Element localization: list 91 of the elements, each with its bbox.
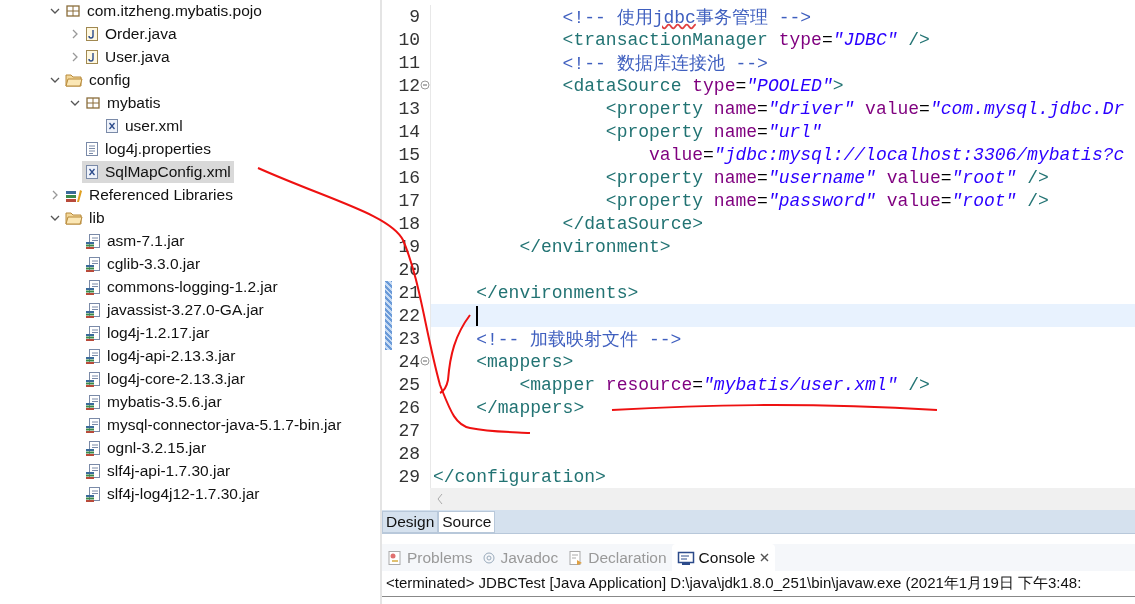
problems-icon [387, 549, 403, 566]
editor-tab[interactable]: Source [438, 511, 496, 533]
line-number: 11 [397, 52, 420, 73]
code-line: <mapper resource="mybatis/user.xml" /> [518, 374, 930, 395]
code-line: <property name="password" value="root" /> [604, 190, 1049, 211]
text-file-icon [85, 140, 99, 157]
code-line: </mappers> [475, 397, 585, 418]
line-number: 25 [397, 374, 420, 395]
tree-item[interactable]: config [62, 68, 134, 91]
folder-icon [65, 209, 83, 226]
console-output: <terminated> JDBCTest [Java Application] D:\java\jdk1.8.0_251\bin\javaw.exe (2021年1月19日 下午3:48: [382, 571, 1135, 597]
jar-icon [85, 232, 101, 249]
jar-icon [85, 462, 101, 479]
code-line: value="jdbc:mysql://localhost:3306/mybatis?c [648, 144, 1125, 165]
code-line: </environment> [518, 236, 671, 257]
package-icon [85, 94, 101, 111]
line-number: 9 [408, 6, 420, 27]
line-number: 29 [397, 466, 420, 487]
code-line: <transactionManager type="JDBC" /> [561, 29, 930, 50]
jar-icon [85, 416, 101, 433]
code-line: <!-- 使用jdbc事务管理 --> [561, 6, 812, 29]
code-line: <mappers> [475, 351, 574, 372]
tree-item[interactable]: Order.java [82, 22, 180, 45]
tree-item[interactable]: slf4j-api-1.7.30.jar [82, 459, 234, 482]
code-line: </environments> [475, 282, 639, 303]
tree-item[interactable]: lib [62, 206, 108, 229]
editor-tab[interactable]: Design [382, 511, 439, 533]
tree-item[interactable]: User.java [82, 45, 173, 68]
tree-item[interactable]: com.itzheng.mybatis.pojo [62, 0, 265, 22]
tree-item[interactable]: user.xml [102, 114, 186, 137]
jar-icon [85, 324, 101, 341]
scroll-left-icon[interactable] [436, 493, 444, 505]
jar-icon [85, 485, 101, 502]
line-number: 12 [397, 75, 420, 96]
view-tab[interactable]: Console [671, 544, 776, 571]
tree-item[interactable]: log4j-1.2.17.jar [82, 321, 213, 344]
folder-icon [65, 71, 83, 88]
code-line: <property name="url" [604, 121, 822, 142]
java-file-icon [85, 25, 99, 42]
tree-item[interactable]: mysql-connector-java-5.1.7-bin.jar [82, 413, 345, 436]
jar-icon [85, 278, 101, 295]
at-sign-icon [482, 549, 497, 566]
line-number: 17 [397, 190, 420, 211]
jar-icon [85, 301, 101, 318]
line-number: 18 [397, 213, 420, 234]
tree-item[interactable]: Referenced Libraries [62, 183, 236, 206]
xml-file-icon [85, 163, 99, 180]
code-line: </dataSource> [561, 213, 704, 234]
line-number: 16 [397, 167, 420, 188]
package-icon [65, 2, 81, 19]
tree-item[interactable]: log4j.properties [82, 137, 214, 160]
jar-icon [85, 347, 101, 364]
java-file-icon [85, 48, 99, 65]
jar-icon [85, 255, 101, 272]
line-number: 15 [397, 144, 420, 165]
tree-item[interactable]: mybatis [82, 91, 164, 114]
line-number: 10 [397, 29, 420, 50]
tree-item[interactable]: ognl-3.2.15.jar [82, 436, 210, 459]
code-line: <property name="username" value="root" /> [604, 167, 1049, 188]
tree-item[interactable]: SqlMapConfig.xml [82, 160, 234, 183]
tree-item[interactable]: asm-7.1.jar [82, 229, 188, 252]
line-number: 14 [397, 121, 420, 142]
code-line: </configuration> [433, 466, 606, 487]
fold-icon[interactable] [420, 80, 430, 90]
jar-icon [85, 393, 101, 410]
line-number: 24 [397, 351, 420, 372]
console-icon [676, 549, 695, 566]
code-line: <!-- 加载映射文件 --> [475, 328, 682, 351]
tree-item[interactable]: log4j-core-2.13.3.jar [82, 367, 248, 390]
fold-icon[interactable] [420, 356, 430, 366]
line-number: 27 [397, 420, 420, 441]
xml-file-icon [105, 117, 119, 134]
tree-item[interactable]: log4j-api-2.13.3.jar [82, 344, 239, 367]
line-number: 22 [397, 305, 420, 326]
tree-item[interactable]: commons-logging-1.2.jar [82, 275, 281, 298]
tree-item[interactable]: mybatis-3.5.6.jar [82, 390, 225, 413]
line-number: 23 [397, 328, 420, 349]
tree-item[interactable]: javassist-3.27.0-GA.jar [82, 298, 267, 321]
close-icon[interactable] [759, 552, 771, 563]
tree-item[interactable]: slf4j-log4j12-1.7.30.jar [82, 482, 263, 505]
code-line: <dataSource type="POOLED"> [561, 75, 844, 96]
text-cursor [476, 305, 478, 326]
horizontal-scrollbar[interactable] [430, 488, 1135, 510]
jar-icon [85, 439, 101, 456]
line-number: 26 [397, 397, 420, 418]
code-line: <property name="driver" value="com.mysql.jdbc.Dr [604, 98, 1125, 119]
code-line: <!-- 数据库连接池 --> [561, 52, 768, 75]
tree-item[interactable]: cglib-3.3.0.jar [82, 252, 204, 275]
line-number: 13 [397, 98, 420, 119]
jar-icon [85, 370, 101, 387]
line-number: 28 [397, 443, 420, 464]
